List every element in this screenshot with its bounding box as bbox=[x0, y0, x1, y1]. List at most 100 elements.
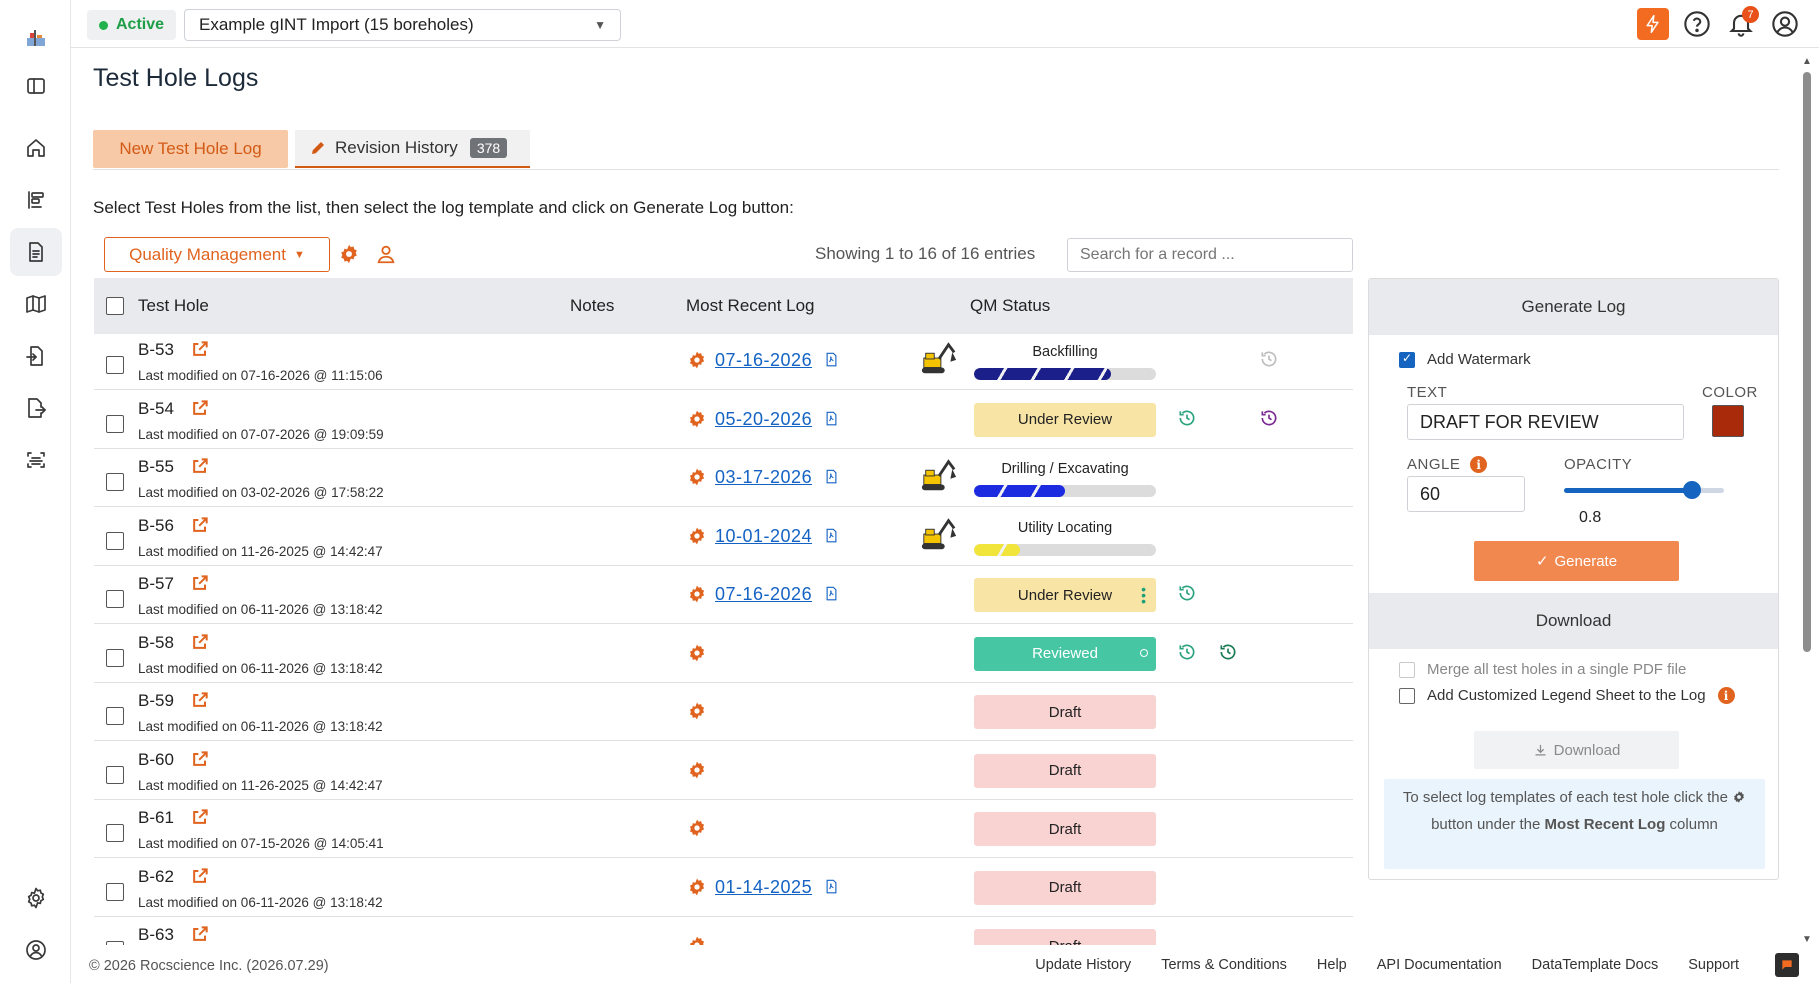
select-all-checkbox[interactable] bbox=[106, 297, 124, 315]
map-icon[interactable] bbox=[10, 280, 62, 328]
qm-status-badge[interactable]: Draft bbox=[974, 753, 1156, 788]
pdf-icon[interactable] bbox=[824, 585, 839, 607]
table-row[interactable]: B-57 Last modified on 06-11-2026 @ 13:18:… bbox=[94, 568, 1353, 624]
most-recent-log-link[interactable]: 03-17-2026 bbox=[715, 467, 812, 488]
row-checkbox[interactable] bbox=[106, 473, 124, 491]
header-qm-status[interactable]: QM Status bbox=[970, 296, 1050, 316]
table-row[interactable]: B-56 Last modified on 11-26-2025 @ 14:42:… bbox=[94, 509, 1353, 566]
footer-link[interactable]: Terms & Conditions bbox=[1161, 957, 1287, 973]
angle-info-icon[interactable]: i bbox=[1470, 456, 1488, 473]
open-external-icon[interactable] bbox=[190, 866, 210, 891]
row-checkbox[interactable] bbox=[106, 414, 124, 433]
open-external-icon[interactable] bbox=[190, 632, 210, 657]
log-template-gear-icon[interactable] bbox=[687, 760, 707, 785]
open-external-icon[interactable] bbox=[190, 807, 210, 832]
table-row[interactable]: B-58 Last modified on 06-11-2026 @ 13:18:… bbox=[94, 626, 1353, 683]
opacity-slider[interactable] bbox=[1564, 481, 1724, 499]
history-icon[interactable] bbox=[1177, 642, 1197, 667]
qm-settings-gear-icon[interactable] bbox=[338, 243, 360, 270]
log-template-gear-icon[interactable] bbox=[687, 467, 707, 492]
pdf-icon[interactable] bbox=[824, 878, 839, 900]
table-row[interactable]: B-60 Last modified on 11-26-2025 @ 14:42:… bbox=[94, 743, 1353, 800]
table-row[interactable]: B-63Last modified on 11-26-2025 @ 14:42:… bbox=[94, 919, 1353, 945]
revision-history-icon[interactable] bbox=[1218, 642, 1238, 667]
qm-status-badge[interactable]: Under Review bbox=[974, 402, 1156, 437]
row-checkbox[interactable] bbox=[106, 648, 124, 667]
app-logo[interactable] bbox=[10, 14, 62, 62]
scrollbar-thumb[interactable] bbox=[1803, 72, 1811, 652]
most-recent-log-link[interactable]: 07-16-2026 bbox=[715, 584, 812, 605]
table-row[interactable]: B-54 Last modified on 07-07-2026 @ 19:09:… bbox=[94, 392, 1353, 449]
merge-pdf-checkbox[interactable] bbox=[1399, 661, 1415, 678]
log-template-gear-icon[interactable] bbox=[687, 409, 707, 434]
log-template-gear-icon[interactable] bbox=[687, 526, 707, 551]
revision-history-icon[interactable] bbox=[1259, 408, 1279, 433]
row-checkbox[interactable] bbox=[106, 707, 124, 725]
test-hole-id[interactable]: B-58 bbox=[138, 633, 174, 653]
qm-status-badge[interactable]: Reviewed bbox=[974, 636, 1156, 671]
table-row[interactable]: B-55 Last modified on 03-02-2026 @ 17:58:… bbox=[94, 451, 1353, 507]
home-icon[interactable] bbox=[10, 124, 62, 172]
test-hole-id[interactable]: B-60 bbox=[138, 750, 174, 770]
pdf-icon[interactable] bbox=[824, 468, 839, 490]
user-menu-button[interactable] bbox=[1769, 8, 1801, 40]
row-checkbox[interactable] bbox=[106, 590, 124, 608]
tab-new-test-hole-log[interactable]: New Test Hole Log bbox=[93, 130, 288, 168]
watermark-color-picker[interactable] bbox=[1712, 405, 1744, 437]
download-button[interactable]: Download bbox=[1474, 731, 1679, 769]
table-row[interactable]: B-59 Last modified on 06-11-2026 @ 13:18:… bbox=[94, 685, 1353, 741]
row-checkbox[interactable] bbox=[106, 941, 124, 945]
chat-widget-button[interactable] bbox=[1775, 953, 1799, 977]
open-external-icon[interactable] bbox=[190, 515, 210, 540]
log-template-gear-icon[interactable] bbox=[687, 584, 707, 609]
test-hole-id[interactable]: B-57 bbox=[138, 574, 174, 594]
qm-status-badge[interactable]: Draft bbox=[974, 870, 1156, 905]
log-template-gear-icon[interactable] bbox=[687, 643, 707, 668]
help-button[interactable] bbox=[1681, 8, 1713, 40]
test-hole-id[interactable]: B-54 bbox=[138, 399, 174, 419]
export-icon[interactable] bbox=[10, 384, 62, 432]
settings-gear-icon[interactable] bbox=[10, 874, 62, 922]
qm-user-icon[interactable] bbox=[375, 243, 397, 270]
test-hole-id[interactable]: B-61 bbox=[138, 808, 174, 828]
angle-input[interactable]: 60 bbox=[1407, 476, 1525, 512]
test-hole-id[interactable]: B-56 bbox=[138, 516, 174, 536]
row-checkbox[interactable] bbox=[106, 824, 124, 842]
qm-status-badge[interactable]: Draft bbox=[974, 812, 1156, 846]
legend-info-icon[interactable]: i bbox=[1717, 687, 1735, 704]
table-row[interactable]: B-61 Last modified on 07-15-2026 @ 14:05:… bbox=[94, 802, 1353, 858]
table-row[interactable]: B-53 Last modified on 07-16-2026 @ 11:15:… bbox=[94, 334, 1353, 390]
history-icon[interactable] bbox=[1177, 408, 1197, 433]
header-notes[interactable]: Notes bbox=[570, 296, 614, 316]
test-hole-id[interactable]: B-59 bbox=[138, 691, 174, 711]
log-template-gear-icon[interactable] bbox=[687, 701, 707, 726]
most-recent-log-link[interactable]: 05-20-2026 bbox=[715, 409, 812, 430]
header-test-hole[interactable]: Test Hole bbox=[138, 296, 209, 316]
project-select[interactable]: Example gINT Import (15 boreholes) ▼ bbox=[184, 9, 621, 41]
quick-actions-button[interactable] bbox=[1637, 8, 1669, 40]
most-recent-log-link[interactable]: 01-14-2025 bbox=[715, 877, 812, 898]
qm-status-badge[interactable]: Under Review • • • bbox=[974, 578, 1156, 612]
document-icon[interactable] bbox=[10, 228, 62, 276]
footer-link[interactable]: Update History bbox=[1035, 957, 1131, 973]
test-hole-id[interactable]: B-53 bbox=[138, 340, 174, 360]
footer-link[interactable]: Support bbox=[1688, 957, 1739, 973]
generate-button[interactable]: ✓ Generate bbox=[1474, 541, 1679, 581]
panel-toggle-icon[interactable] bbox=[10, 62, 62, 110]
pdf-icon[interactable] bbox=[824, 410, 839, 432]
scroll-up-arrow-icon[interactable]: ▲ bbox=[1801, 56, 1813, 68]
legend-sheet-checkbox[interactable] bbox=[1399, 687, 1415, 704]
account-icon[interactable] bbox=[10, 926, 62, 974]
log-template-gear-icon[interactable] bbox=[687, 818, 707, 843]
history-icon[interactable] bbox=[1259, 349, 1279, 374]
log-template-gear-icon[interactable] bbox=[687, 935, 707, 945]
notifications-button[interactable]: 7 bbox=[1725, 6, 1759, 40]
pdf-icon[interactable] bbox=[824, 351, 839, 373]
history-icon[interactable] bbox=[1177, 583, 1197, 608]
watermark-text-input[interactable]: DRAFT FOR REVIEW bbox=[1407, 404, 1684, 440]
add-watermark-checkbox[interactable] bbox=[1399, 351, 1415, 368]
qm-status-badge[interactable]: Draft bbox=[974, 695, 1156, 729]
kebab-menu-icon[interactable]: • • • bbox=[1141, 582, 1146, 608]
footer-link[interactable]: DataTemplate Docs bbox=[1532, 957, 1659, 973]
opacity-slider-handle[interactable] bbox=[1683, 481, 1701, 499]
